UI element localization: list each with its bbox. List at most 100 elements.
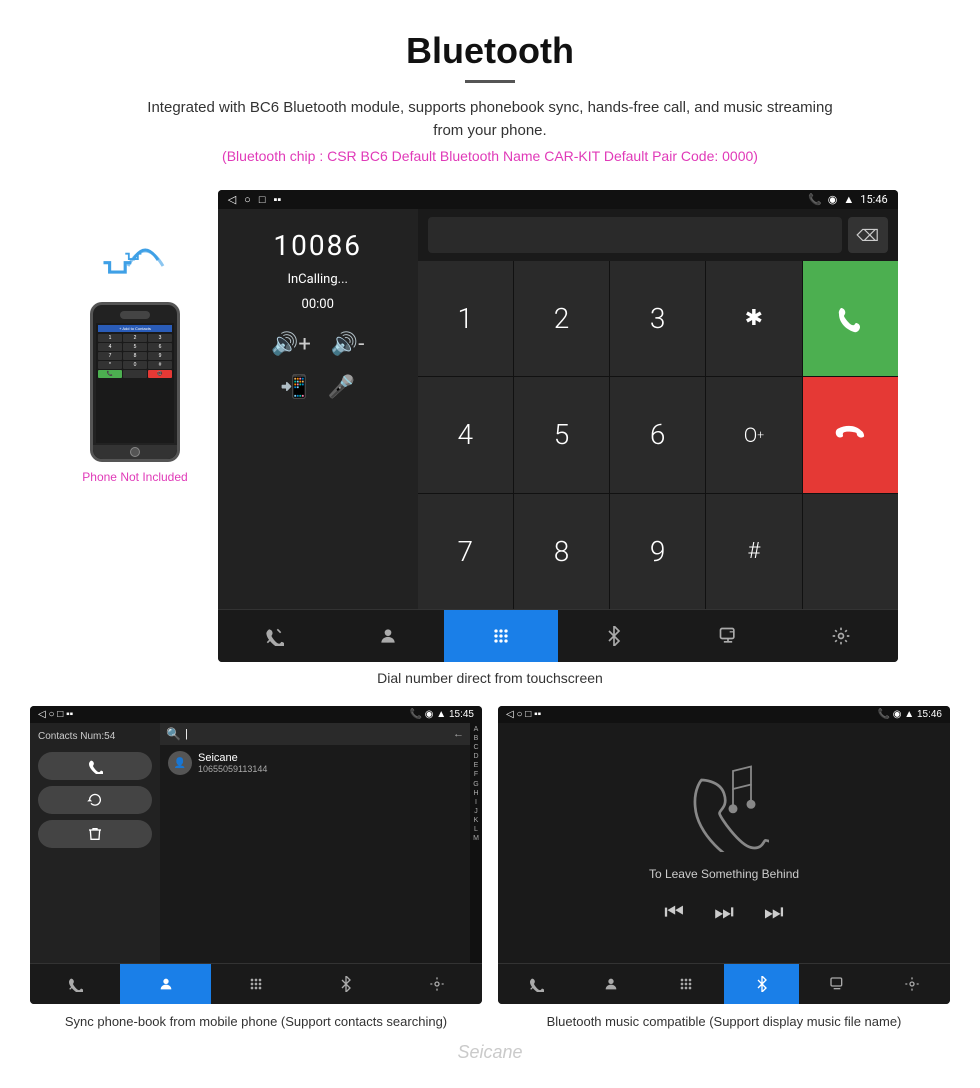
contact-entry-seicane[interactable]: 👤 Seicane 10655059113144 bbox=[160, 745, 470, 781]
alpha-k[interactable]: K bbox=[474, 816, 479, 825]
alpha-list: A B C D E F G H I J K L M bbox=[470, 723, 482, 963]
dial-display-row: ⌫ bbox=[418, 209, 898, 261]
notification-icon: ▪▪ bbox=[273, 193, 281, 206]
bottom-phone-icon[interactable] bbox=[218, 610, 331, 662]
ct-contacts-icon[interactable] bbox=[120, 964, 210, 1004]
alpha-d[interactable]: D bbox=[473, 752, 478, 761]
alpha-i[interactable]: I bbox=[475, 798, 477, 807]
prev-track-button[interactable]: ⏮ bbox=[664, 899, 684, 925]
phone-key-4[interactable]: 4 bbox=[98, 343, 122, 351]
status-right: 📞 ◉ ▲ 15:46 bbox=[808, 193, 888, 206]
ct-keypad-icon[interactable] bbox=[211, 964, 301, 1004]
backspace-button[interactable]: ⌫ bbox=[848, 217, 888, 253]
alpha-a[interactable]: A bbox=[474, 725, 479, 734]
music-contacts-icon[interactable] bbox=[573, 964, 648, 1004]
recents-nav-icon[interactable]: □ bbox=[259, 193, 266, 206]
bottom-bluetooth-icon[interactable] bbox=[558, 610, 671, 662]
contact-refresh-button[interactable] bbox=[38, 786, 152, 814]
music-phone-icon[interactable] bbox=[498, 964, 573, 1004]
music-settings-icon[interactable] bbox=[875, 964, 950, 1004]
music-transfer-icon[interactable] bbox=[799, 964, 874, 1004]
bottom-transfer-icon[interactable] bbox=[671, 610, 784, 662]
contacts-right-panel: 🔍 | ← 👤 Seicane 10655059113144 bbox=[160, 723, 470, 963]
back-nav-icon[interactable]: ◁ bbox=[228, 193, 236, 206]
bluetooth-info: (Bluetooth chip : CSR BC6 Default Blueto… bbox=[20, 148, 960, 164]
contact-number: 10655059113144 bbox=[198, 764, 267, 774]
alpha-h[interactable]: H bbox=[473, 789, 478, 798]
key-8[interactable]: 8 bbox=[514, 494, 609, 609]
alpha-e[interactable]: E bbox=[474, 761, 479, 770]
music-status-bar: ◁ ○ □ ▪▪ 📞 ◉ ▲ 15:46 bbox=[498, 706, 950, 723]
search-row: 🔍 | ← bbox=[160, 723, 470, 745]
dial-right-panel: ⌫ 1 2 3 ✱ 4 5 6 O+ bbox=[418, 209, 898, 609]
dial-number-display: 10086 bbox=[273, 229, 362, 262]
ct-phone-icon[interactable] bbox=[30, 964, 120, 1004]
key-7[interactable]: 7 bbox=[418, 494, 513, 609]
contacts-status-bar: ◁ ○ □ ▪▪ 📞 ◉ ▲ 15:45 bbox=[30, 706, 482, 723]
ct-settings-icon[interactable] bbox=[392, 964, 482, 1004]
key-6[interactable]: 6 bbox=[610, 377, 705, 492]
phone-key-5[interactable]: 5 bbox=[123, 343, 147, 351]
alpha-c[interactable]: C bbox=[473, 743, 478, 752]
key-3[interactable]: 3 bbox=[610, 261, 705, 376]
key-1[interactable]: 1 bbox=[418, 261, 513, 376]
key-5[interactable]: 5 bbox=[514, 377, 609, 492]
key-0plus[interactable]: O+ bbox=[706, 377, 801, 492]
phone-key-star[interactable]: * bbox=[98, 361, 122, 369]
contact-call-button[interactable] bbox=[38, 752, 152, 780]
phone-key-1[interactable]: 1 bbox=[98, 334, 122, 342]
call-button[interactable] bbox=[803, 261, 898, 376]
phone-not-included-label: Phone Not Included bbox=[82, 470, 187, 484]
bottom-settings-icon[interactable] bbox=[784, 610, 897, 662]
volume-down-icon[interactable]: 🔊- bbox=[331, 332, 364, 357]
phone-aside: ⍽ ⍽ + Add to Contacts 1 2 bbox=[82, 190, 187, 484]
next-start-button[interactable]: ⏭ bbox=[714, 899, 734, 925]
phone-key-hash[interactable]: # bbox=[148, 361, 172, 369]
alpha-f[interactable]: F bbox=[474, 770, 478, 779]
alpha-l[interactable]: L bbox=[474, 825, 478, 834]
phone-key-9[interactable]: 9 bbox=[148, 352, 172, 360]
alpha-g[interactable]: G bbox=[473, 780, 478, 789]
phone-key-end[interactable]: 📵 bbox=[148, 370, 172, 378]
contacts-status-right: 📞 ◉ ▲ 15:45 bbox=[410, 709, 474, 720]
main-content-row: ⍽ ⍽ + Add to Contacts 1 2 bbox=[0, 190, 980, 662]
music-bluetooth-icon[interactable] bbox=[724, 964, 799, 1004]
phone-key-8[interactable]: 8 bbox=[123, 352, 147, 360]
contact-name: Seicane bbox=[198, 752, 267, 764]
music-keypad-icon[interactable] bbox=[649, 964, 724, 1004]
phone-key-2[interactable]: 2 bbox=[123, 334, 147, 342]
transfer-icon[interactable]: 📲 bbox=[280, 375, 307, 400]
ct-bluetooth-icon[interactable] bbox=[301, 964, 391, 1004]
key-4[interactable]: 4 bbox=[418, 377, 513, 492]
mic-icon[interactable]: 🎤 bbox=[328, 375, 355, 400]
contact-info: Seicane 10655059113144 bbox=[198, 752, 267, 774]
bottom-keypad-icon[interactable] bbox=[444, 610, 557, 662]
phone-key-call[interactable]: 📞 bbox=[98, 370, 122, 378]
key-hash[interactable]: # bbox=[706, 494, 801, 609]
next-track-button[interactable]: ⏭ bbox=[764, 899, 784, 925]
contacts-screen: ◁ ○ □ ▪▪ 📞 ◉ ▲ 15:45 Contacts Num:54 bbox=[30, 706, 482, 1004]
end-call-button[interactable] bbox=[803, 377, 898, 492]
alpha-m[interactable]: M bbox=[473, 834, 479, 843]
phone-key-6[interactable]: 6 bbox=[148, 343, 172, 351]
phone-key-0[interactable]: 0 bbox=[123, 361, 147, 369]
watermark: Seicane bbox=[0, 1042, 980, 1063]
contact-delete-button[interactable] bbox=[38, 820, 152, 848]
search-input[interactable]: | bbox=[185, 728, 449, 740]
phone-home-button[interactable] bbox=[130, 447, 140, 457]
bottom-contacts-icon[interactable] bbox=[331, 610, 444, 662]
dial-input-field[interactable] bbox=[428, 217, 842, 253]
alpha-b[interactable]: B bbox=[474, 734, 479, 743]
music-art-container bbox=[679, 762, 769, 857]
home-nav-icon[interactable]: ○ bbox=[244, 193, 251, 206]
key-2[interactable]: 2 bbox=[514, 261, 609, 376]
key-9[interactable]: 9 bbox=[610, 494, 705, 609]
phone-screen: + Add to Contacts 1 2 3 4 5 6 7 8 9 * 0 … bbox=[96, 323, 174, 443]
contacts-screen-wrap: ◁ ○ □ ▪▪ 📞 ◉ ▲ 15:45 Contacts Num:54 bbox=[30, 706, 482, 1032]
alpha-j[interactable]: J bbox=[474, 807, 478, 816]
volume-controls-row: 🔊+ 🔊- bbox=[271, 332, 364, 357]
phone-key-3[interactable]: 3 bbox=[148, 334, 172, 342]
phone-key-7[interactable]: 7 bbox=[98, 352, 122, 360]
key-star[interactable]: ✱ bbox=[706, 261, 801, 376]
volume-up-icon[interactable]: 🔊+ bbox=[271, 332, 311, 357]
